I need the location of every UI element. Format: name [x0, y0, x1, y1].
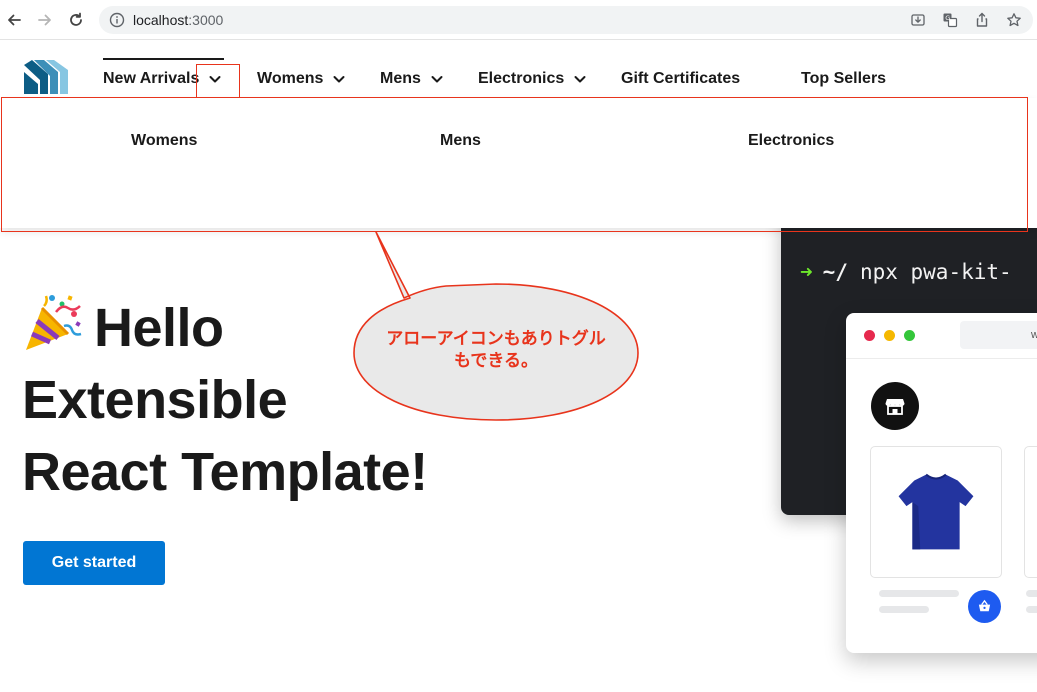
url-text: localhost:3000	[133, 12, 223, 28]
download-icon[interactable]	[909, 11, 927, 29]
browser-toolbar: localhost:3000 G	[0, 0, 1037, 40]
translate-icon[interactable]: G	[941, 11, 959, 29]
address-bar[interactable]: localhost:3000 G	[99, 6, 1033, 34]
brand-logo[interactable]	[24, 60, 68, 94]
nav-item-label: Top Sellers	[801, 70, 887, 87]
basket-icon	[968, 590, 1001, 623]
product-card	[870, 446, 1002, 578]
annotation-speech-bubble	[353, 231, 639, 421]
chevron-down-icon[interactable]	[332, 72, 346, 86]
nav-item-label: Gift Certificates	[621, 70, 741, 87]
prompt-path: ~/	[822, 260, 848, 284]
nav-item-gift-certificates[interactable]: Gift Certificates	[621, 70, 740, 88]
mini-browser-illustration: w	[846, 313, 1037, 653]
mini-browser-bar: w	[846, 313, 1037, 359]
product-card	[1024, 446, 1037, 578]
skeleton-line	[879, 590, 959, 597]
mini-url-text: w	[1031, 329, 1037, 341]
share-icon[interactable]	[973, 11, 991, 29]
storefront-icon	[871, 382, 919, 430]
nav-item-top-sellers[interactable]: Top Sellers	[801, 70, 886, 88]
annotation-menu-highlight	[1, 97, 1028, 232]
window-minimize-dot	[884, 330, 895, 341]
skeleton-line	[1026, 590, 1037, 597]
nav-item-label: Electronics	[478, 70, 565, 87]
back-arrow-icon[interactable]	[2, 8, 26, 32]
prompt-command: npx pwa-kit-	[859, 260, 1012, 284]
skeleton-line	[1026, 606, 1037, 613]
window-close-dot	[864, 330, 875, 341]
nav-item-electronics[interactable]: Electronics	[478, 70, 587, 88]
active-nav-underline	[103, 58, 224, 60]
svg-text:G: G	[945, 14, 950, 22]
site-header: New Arrivals Womens Mens Electronics Gif…	[0, 40, 1037, 98]
nav-item-mens[interactable]: Mens	[380, 70, 444, 88]
chevron-down-icon[interactable]	[573, 72, 587, 86]
get-started-button[interactable]: Get started	[23, 541, 165, 585]
annotation-text-line2: もできる。	[454, 351, 538, 371]
annotation-chevron-highlight	[196, 64, 240, 98]
url-port: :3000	[188, 12, 224, 28]
info-icon[interactable]	[109, 12, 125, 28]
party-popper-icon	[22, 292, 84, 354]
star-icon[interactable]	[1005, 11, 1023, 29]
skeleton-line	[879, 606, 929, 613]
hero-title-line3: React Template!	[22, 442, 428, 502]
tshirt-image	[898, 473, 974, 550]
nav-item-womens[interactable]: Womens	[257, 70, 346, 88]
mini-url-bar: w	[960, 321, 1037, 349]
forward-arrow-icon[interactable]	[33, 8, 57, 32]
nav-item-label: Mens	[380, 70, 421, 87]
annotation-text-line1: アローアイコンもありトグル	[386, 329, 606, 349]
terminal-prompt: ➜ ~/ npx pwa-kit-	[800, 260, 1012, 284]
hero-title-line1: Hello	[94, 298, 224, 358]
nav-item-label: New Arrivals	[103, 70, 200, 87]
chevron-down-icon[interactable]	[430, 72, 444, 86]
url-host: localhost	[133, 12, 189, 28]
nav-item-label: Womens	[257, 70, 324, 87]
annotation-text: アローアイコンもありトグル もできる。	[358, 328, 634, 372]
reload-icon[interactable]	[64, 8, 88, 32]
address-bar-tools: G	[909, 11, 1023, 29]
window-maximize-dot	[904, 330, 915, 341]
prompt-arrow: ➜	[800, 260, 813, 284]
